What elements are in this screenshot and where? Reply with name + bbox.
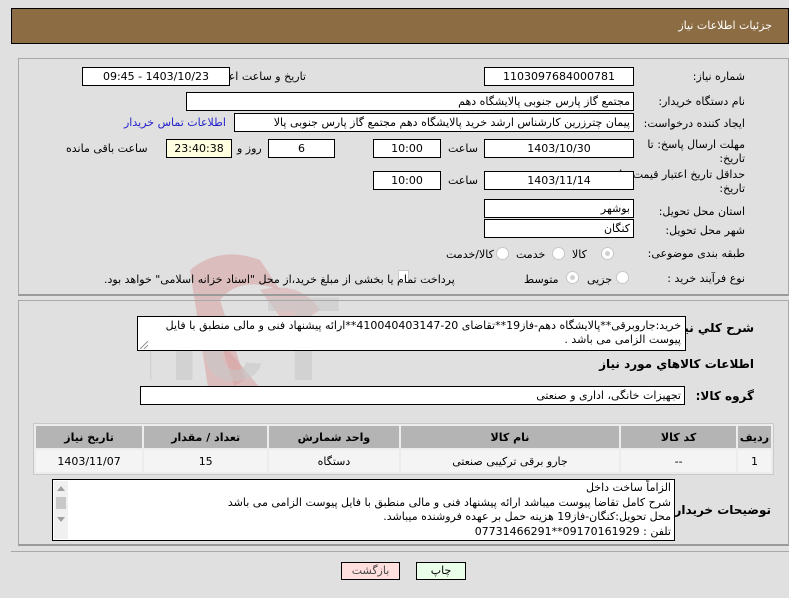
- creator-label: ایجاد کننده درخواست:: [643, 117, 745, 130]
- process-option-minor: جزیی: [587, 273, 613, 286]
- creator-field: پیمان چترزرین کارشناس ارشد خرید پالایشگا…: [234, 113, 634, 132]
- bottom-divider: [11, 551, 789, 552]
- need-number-label: شماره نیاز:: [692, 70, 745, 83]
- response-deadline-label: مهلت ارسال پاسخ: تا: [647, 138, 745, 151]
- delivery-province-field: بوشهر: [484, 199, 634, 218]
- col-need-date: تاریخ نیاز: [36, 426, 143, 448]
- goods-group-label: گروه کالا:: [695, 389, 754, 403]
- response-time-label: ساعت: [448, 142, 478, 155]
- announce-datetime-field: 1403/10/23 - 09:45: [82, 67, 230, 86]
- page-header: جزئیات اطلاعات نیاز: [11, 8, 789, 44]
- buyer-org-label: نام دستگاه خریدار:: [658, 95, 745, 108]
- remaining-time-field: 23:40:38: [166, 139, 232, 158]
- price-validity-time-label: ساعت: [448, 174, 478, 187]
- process-radio-medium[interactable]: [566, 271, 579, 284]
- print-button[interactable]: چاپ: [416, 562, 466, 580]
- delivery-city-field: کنگان: [484, 219, 634, 238]
- category-option-goods-service: کالا/خدمت: [446, 248, 494, 261]
- buyer-contact-link[interactable]: اطلاعات تماس خریدار: [124, 116, 226, 129]
- category-radio-service[interactable]: [552, 247, 565, 260]
- cell-goods-name: جارو برقی ترکیبی صنعتی: [400, 450, 620, 472]
- cell-row-number: 1: [737, 450, 771, 472]
- delivery-province-label: استان محل تحویل:: [658, 205, 745, 218]
- buyer-notes-textarea[interactable]: الزاماً ساخت داخل شرح کامل تقاضا پیوست م…: [52, 479, 675, 541]
- scroll-up-arrow-icon[interactable]: [57, 486, 65, 491]
- cell-goods-code: --: [621, 450, 736, 472]
- col-goods-name: نام کالا: [400, 426, 620, 448]
- delivery-city-label: شهر محل تحویل:: [665, 224, 745, 237]
- buyer-notes-label: توضیحات خریدار:: [669, 503, 771, 517]
- category-option-service: خدمت: [516, 248, 546, 261]
- buyer-notes-line: الزاماً ساخت داخل: [585, 481, 671, 494]
- need-number-field: 1103097684000781: [484, 67, 634, 86]
- price-validity-label-2: تاریخ:: [719, 182, 745, 195]
- buyer-notes-line: محل تحویل:کنگان-فاز19 هزینه حمل بر عهده …: [383, 510, 671, 523]
- cell-unit: دستگاه: [269, 450, 399, 472]
- cell-need-date: 1403/11/07: [36, 450, 143, 472]
- buyer-org-field: مجتمع گاز پارس جنوبی پالایشگاه دهم: [186, 92, 634, 111]
- col-row-number: ردیف: [737, 426, 771, 448]
- remaining-days-field: 6: [268, 139, 335, 158]
- price-validity-label: حداقل تاریخ اعتبار قیمت: تا: [619, 168, 745, 181]
- buyer-notes-line: تلفن : 09170161929**07731466291: [474, 524, 671, 538]
- response-deadline-label-2: تاریخ:: [719, 152, 745, 165]
- description-text: خرید:جاروبرقی**پالایشگاه دهم-فاز19**تقاض…: [165, 319, 681, 346]
- cell-quantity: 15: [144, 450, 268, 472]
- process-radio-minor[interactable]: [616, 271, 629, 284]
- resize-handle-icon[interactable]: [140, 341, 148, 349]
- page-title: جزئیات اطلاعات نیاز: [678, 19, 772, 32]
- col-quantity: تعداد / مقدار: [144, 426, 268, 448]
- response-deadline-time-field: 10:00: [373, 139, 441, 158]
- category-radio-goods-service[interactable]: [496, 247, 509, 260]
- price-validity-time-field: 10:00: [373, 171, 441, 190]
- buyer-notes-scrollbar[interactable]: [54, 481, 68, 539]
- col-goods-code: کد کالا: [621, 426, 736, 448]
- goods-section-title: اطلاعات کالاهاي مورد نياز: [599, 357, 754, 371]
- scroll-thumb[interactable]: [56, 497, 66, 509]
- goods-group-field: تجهیزات خانگی، اداری و صنعتی: [140, 386, 685, 405]
- table-row: 1 -- جارو برقی ترکیبی صنعتی دستگاه 15 14…: [36, 450, 771, 472]
- goods-table-header-row: ردیف کد کالا نام کالا واحد شمارش تعداد /…: [36, 426, 771, 448]
- process-option-medium: متوسط: [524, 273, 559, 286]
- scroll-down-arrow-icon[interactable]: [57, 517, 65, 522]
- goods-table: ردیف کد کالا نام کالا واحد شمارش تعداد /…: [33, 423, 774, 475]
- remaining-time-label: ساعت باقی مانده: [66, 142, 148, 155]
- category-radio-goods[interactable]: [601, 247, 614, 260]
- days-label: روز و: [237, 142, 262, 155]
- description-textarea[interactable]: خرید:جاروبرقی**پالایشگاه دهم-فاز19**تقاض…: [137, 316, 686, 351]
- purchase-process-label: نوع فرآیند خرید :: [667, 272, 745, 285]
- treasury-checkbox-label: پرداخت تمام یا بخشی از مبلغ خرید،از محل …: [104, 273, 455, 286]
- price-validity-date-field: 1403/11/14: [484, 171, 634, 190]
- response-deadline-date-field: 1403/10/30: [484, 139, 634, 158]
- back-button[interactable]: بازگشت: [341, 562, 400, 580]
- category-option-goods: کالا: [572, 248, 587, 261]
- category-label: طبقه بندی موضوعی:: [647, 247, 745, 260]
- col-unit: واحد شمارش: [269, 426, 399, 448]
- buyer-notes-line: شرح کامل تقاضا پیوست میباشد ارائه پیشنها…: [227, 495, 671, 509]
